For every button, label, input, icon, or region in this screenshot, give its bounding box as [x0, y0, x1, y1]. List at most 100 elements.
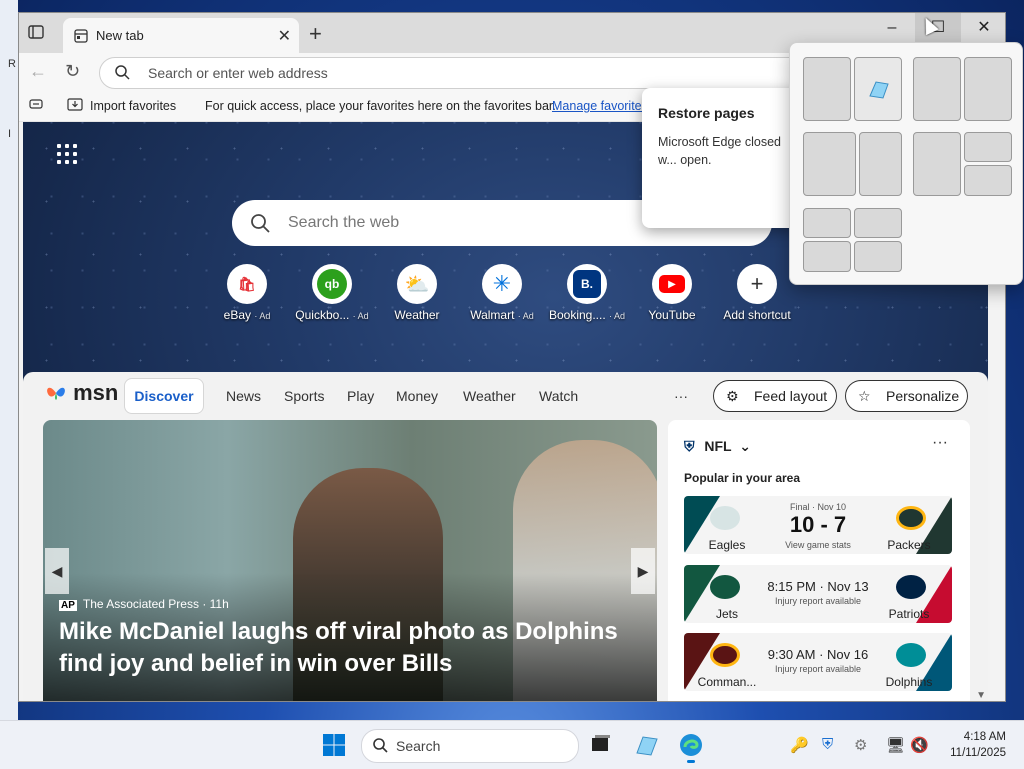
- ad-label: · Ad: [609, 311, 626, 321]
- msn-logo[interactable]: msn: [45, 380, 118, 406]
- taskbar-search-label: Search: [396, 738, 441, 754]
- story-age: · 11h: [202, 597, 229, 611]
- shortcut-label: YouTube: [648, 308, 696, 322]
- snap-zone[interactable]: [913, 132, 961, 196]
- tab-watch[interactable]: Watch: [539, 388, 578, 404]
- more-tabs-button[interactable]: ···: [674, 388, 688, 404]
- ad-label: · Ad: [254, 311, 271, 321]
- story-source[interactable]: AP The Associated Press · 11h: [59, 597, 229, 611]
- snap-zone[interactable]: [803, 208, 851, 238]
- more-options-button[interactable]: ···: [932, 434, 948, 452]
- favorites-prompt: For quick access, place your favorites h…: [205, 99, 556, 113]
- search-icon: [372, 737, 388, 758]
- team-name: Packers: [887, 538, 931, 552]
- taskbar-app-icon[interactable]: [634, 733, 658, 757]
- snap-zone[interactable]: [964, 132, 1012, 162]
- restore-title: Restore pages: [658, 105, 755, 121]
- weather-icon: ⛅: [397, 264, 437, 304]
- carousel-prev-button[interactable]: ◀: [45, 548, 69, 594]
- shortcut-ebay[interactable]: 🛍 eBay · Ad: [207, 264, 287, 322]
- game-row[interactable]: 9:30 AM · Nov 16 Injury report available…: [684, 633, 952, 691]
- nfl-header[interactable]: ⛨ NFL ⌄: [684, 438, 751, 455]
- snap-zone[interactable]: [854, 241, 902, 272]
- shortcut-label: eBay: [223, 308, 251, 322]
- shortcut-walmart[interactable]: ✳ Walmart · Ad: [462, 264, 542, 322]
- shortcut-youtube[interactable]: ▶ YouTube: [632, 264, 712, 322]
- gear-icon[interactable]: ⚙: [854, 736, 867, 754]
- clock-date: 11/11/2025: [950, 747, 1006, 759]
- network-icon[interactable]: 🖥: [886, 736, 905, 754]
- carousel-next-button[interactable]: ▶: [631, 548, 655, 594]
- walmart-icon: ✳: [482, 264, 522, 304]
- web-search-placeholder: Search the web: [288, 214, 400, 231]
- nfl-shield-icon: ⛨: [684, 438, 695, 454]
- tab-new-tab[interactable]: New tab ✕: [63, 18, 299, 53]
- edge-taskbar-icon[interactable]: [679, 733, 703, 763]
- team-name: Comman...: [697, 675, 757, 689]
- sliders-icon: ⚙: [726, 388, 739, 404]
- snap-zone[interactable]: [803, 132, 856, 196]
- tab-play[interactable]: Play: [347, 388, 374, 404]
- import-favorites-button[interactable]: Import favorites: [90, 99, 176, 113]
- desktop-edge: R I: [0, 0, 18, 720]
- snap-zone[interactable]: [859, 132, 902, 196]
- hero-story-card[interactable]: ◀ ▶ AP The Associated Press · 11h Mike Mc…: [43, 420, 657, 701]
- snap-zone[interactable]: [913, 57, 961, 121]
- back-arrow-icon[interactable]: ←: [29, 61, 47, 82]
- game-status: 9:30 AM · Nov 16: [767, 647, 869, 662]
- shortcut-weather[interactable]: ⛅ Weather: [377, 264, 457, 322]
- clock[interactable]: 4:18 AM 11/11/2025: [950, 729, 1006, 761]
- refresh-icon[interactable]: ↻: [65, 61, 80, 82]
- game-row[interactable]: 8:15 PM · Nov 13 Injury report available…: [684, 565, 952, 623]
- snap-zone[interactable]: [964, 165, 1012, 196]
- speaker-muted-icon[interactable]: 🔇: [910, 736, 929, 754]
- story-headline[interactable]: Mike McDaniel laughs off viral photo as …: [59, 616, 639, 680]
- security-shield-icon[interactable]: ⛨: [822, 736, 833, 753]
- snap-zone[interactable]: [854, 57, 902, 121]
- game-note: View game stats: [785, 540, 851, 550]
- add-shortcut-button[interactable]: + Add shortcut: [717, 264, 797, 322]
- shortcut-quickbooks[interactable]: qb Quickbo... · Ad: [292, 264, 372, 322]
- tab-weather[interactable]: Weather: [463, 388, 516, 404]
- commanders-logo-icon: [710, 643, 740, 667]
- key-icon[interactable]: 🔑: [790, 736, 809, 754]
- minimize-button[interactable]: –: [869, 13, 915, 43]
- msn-butterfly-icon: [47, 387, 65, 400]
- import-favorites-icon: [67, 97, 83, 114]
- taskbar-search[interactable]: Search: [361, 729, 579, 763]
- snap-zone[interactable]: [803, 241, 851, 272]
- scroll-down-arrow[interactable]: ▼: [976, 690, 986, 701]
- close-button[interactable]: ✕: [961, 13, 1005, 43]
- chevron-down-icon: ⌄: [739, 438, 751, 454]
- tab-money[interactable]: Money: [396, 388, 438, 404]
- tab-sports[interactable]: Sports: [284, 388, 324, 404]
- search-icon: [114, 64, 130, 85]
- tab-actions-icon[interactable]: [27, 23, 49, 45]
- start-windows-icon[interactable]: [322, 733, 346, 757]
- app-launcher-icon[interactable]: [57, 144, 77, 164]
- address-bar[interactable]: Search or enter web address: [99, 57, 861, 89]
- tab-news[interactable]: News: [226, 388, 261, 404]
- game-score: 10 - 7: [789, 512, 847, 537]
- game-status: 8:15 PM · Nov 13: [767, 579, 869, 594]
- tab-close-icon[interactable]: ✕: [278, 26, 291, 46]
- snap-zone[interactable]: [803, 57, 851, 121]
- new-tab-button[interactable]: +: [309, 21, 322, 47]
- manage-favorites-link[interactable]: Manage favorites: [552, 99, 648, 113]
- snap-zone[interactable]: [964, 57, 1012, 121]
- team-name: Dolphins: [885, 675, 933, 689]
- shortcut-label: Walmart: [470, 308, 515, 322]
- clock-time: 4:18 AM: [963, 731, 1006, 743]
- nfl-title: NFL: [704, 438, 732, 454]
- desktop-icon-label: R: [8, 58, 16, 70]
- personalize-button[interactable]: ☆ Personalize: [845, 380, 968, 412]
- edge-app-icon: [869, 81, 889, 99]
- game-row[interactable]: Final · Nov 10 10 - 7 View game stats Ea…: [684, 496, 952, 554]
- task-view-icon[interactable]: [590, 733, 614, 757]
- tab-discover[interactable]: Discover: [124, 378, 204, 414]
- shortcut-booking[interactable]: B. Booking.... · Ad: [547, 264, 627, 322]
- feed-layout-button[interactable]: ⚙ Feed layout: [713, 380, 837, 412]
- game-note: Injury report available: [774, 664, 862, 674]
- snap-zone[interactable]: [854, 208, 902, 238]
- desktop-icon-label: I: [8, 128, 12, 140]
